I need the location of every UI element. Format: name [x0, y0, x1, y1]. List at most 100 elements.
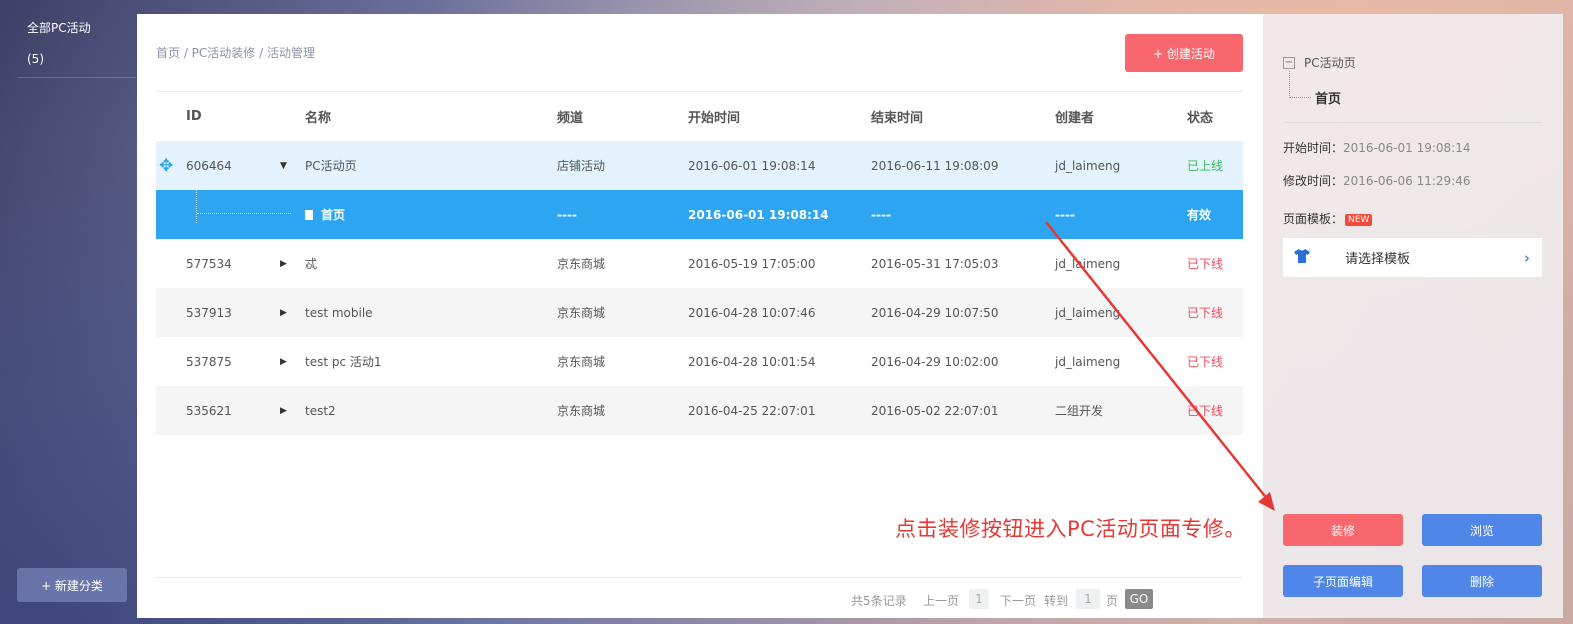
sub-page-edit-button[interactable]: 子页面编辑	[1283, 565, 1403, 597]
table-row[interactable]: ✥ 606464 ▼ PC活动页 店铺活动 2016-06-01 19:08:1…	[156, 141, 1243, 190]
row-name: 首页	[305, 190, 345, 239]
col-end: 结束时间	[871, 111, 924, 126]
row-name: PC活动页	[305, 159, 357, 173]
table-header: ID 名称 频道 开始时间 结束时间 创建者 状态	[156, 91, 1243, 141]
category-count: (5)	[27, 52, 44, 66]
template-select[interactable]: 请选择模板 ›	[1283, 238, 1542, 277]
breadcrumb[interactable]: 首页 / PC活动装修 / 活动管理	[156, 44, 315, 61]
new-category-button[interactable]: + 新建分类	[17, 568, 127, 602]
status-badge: 已下线	[1187, 355, 1224, 369]
detail-panel: − PC活动页 首页 开始时间：2016-06-01 19:08:14 修改时间…	[1263, 14, 1563, 618]
decorate-button[interactable]: 装修	[1283, 514, 1403, 546]
tree-line	[1289, 71, 1311, 98]
pagination: 共5条记录 上一页 1 下一页 转到 1 页 GO	[137, 589, 1263, 611]
pager-current[interactable]: 1	[969, 589, 989, 609]
status-badge: 已下线	[1187, 257, 1224, 271]
template-info: 页面模板： NEW	[1283, 210, 1373, 227]
tree-line	[196, 190, 197, 223]
collapse-arrow-icon[interactable]: ▼	[280, 141, 287, 190]
col-channel: 频道	[557, 111, 584, 126]
pager-goto-label: 转到	[1044, 594, 1069, 608]
row-id: 537875	[186, 354, 232, 369]
pager-total: 共5条记录	[851, 594, 907, 608]
col-name: 名称	[305, 111, 332, 126]
collapse-icon[interactable]: −	[1283, 56, 1295, 69]
col-start: 开始时间	[688, 111, 741, 126]
row-channel: 京东商城	[557, 355, 606, 369]
pager-divider	[156, 577, 1243, 578]
expand-arrow-icon[interactable]: ▶	[280, 337, 287, 386]
row-channel: 京东商城	[557, 257, 606, 271]
pager-next[interactable]: 下一页	[1000, 592, 1036, 609]
row-channel: 店铺活动	[557, 159, 606, 173]
template-select-label: 请选择模板	[1345, 252, 1411, 267]
start-time-label: 开始时间：	[1283, 141, 1344, 155]
row-creator: 二组开发	[1055, 404, 1104, 418]
row-id: 535621	[186, 403, 232, 418]
col-creator: 创建者	[1055, 111, 1095, 126]
row-start: 2016-04-28 10:01:54	[688, 354, 816, 369]
status-badge: 已下线	[1187, 404, 1224, 418]
move-icon[interactable]: ✥	[159, 141, 173, 190]
delete-button[interactable]: 删除	[1422, 565, 1542, 597]
modify-time-value: 2016-06-06 11:29:46	[1343, 174, 1471, 188]
tree-root[interactable]: − PC活动页	[1283, 54, 1356, 71]
chevron-right-icon: ›	[1524, 248, 1530, 267]
row-creator: jd_laimeng	[1055, 354, 1121, 369]
start-time-info: 开始时间：2016-06-01 19:08:14	[1283, 139, 1470, 156]
row-name-text: 首页	[321, 208, 346, 222]
tree-line	[197, 213, 291, 214]
pager-prev[interactable]: 上一页	[923, 592, 959, 609]
row-name: test mobile	[305, 305, 373, 320]
row-creator: jd_laimeng	[1055, 305, 1121, 320]
row-start: 2016-05-19 17:05:00	[688, 256, 816, 271]
pager-goto-input[interactable]: 1	[1076, 589, 1100, 609]
pager-go-button[interactable]: GO	[1125, 589, 1153, 609]
row-end: 2016-05-02 22:07:01	[871, 403, 999, 418]
status-badge: 已下线	[1187, 306, 1224, 320]
row-id: 537913	[186, 305, 232, 320]
expand-arrow-icon[interactable]: ▶	[280, 239, 287, 288]
row-end: 2016-06-11 19:08:09	[871, 158, 999, 173]
row-end: 2016-04-29 10:02:00	[871, 354, 999, 369]
expand-arrow-icon[interactable]: ▶	[280, 288, 287, 337]
start-time-value: 2016-06-01 19:08:14	[1343, 141, 1471, 155]
row-id: 606464	[186, 158, 232, 173]
expand-arrow-icon[interactable]: ▶	[280, 386, 287, 435]
table-row[interactable]: 535621 ▶ test2 京东商城 2016-04-25 22:07:01 …	[156, 386, 1243, 435]
table-row[interactable]: 537913 ▶ test mobile 京东商城 2016-04-28 10:…	[156, 288, 1243, 337]
row-creator: jd_laimeng	[1055, 256, 1121, 271]
row-channel: 京东商城	[557, 306, 606, 320]
row-name: test pc 活动1	[305, 355, 382, 369]
row-start: 2016-06-01 19:08:14	[688, 158, 816, 173]
create-activity-button[interactable]: + 创建活动	[1125, 34, 1243, 72]
tree-root-label: PC活动页	[1304, 56, 1356, 70]
category-all-pc[interactable]: 全部PC活动	[27, 19, 91, 36]
status-badge: 有效	[1187, 208, 1212, 222]
status-badge: 已上线	[1187, 159, 1224, 173]
modify-time-info: 修改时间：2016-06-06 11:29:46	[1283, 172, 1470, 189]
annotation-text: 点击装修按钮进入PC活动页面专修。	[895, 517, 1246, 541]
row-end: ----	[871, 207, 891, 222]
table-row-child-selected[interactable]: 首页 ---- 2016-06-01 19:08:14 ---- ---- 有效	[156, 190, 1243, 239]
row-name: test2	[305, 403, 336, 418]
row-start: 2016-04-28 10:07:46	[688, 305, 816, 320]
tree-child[interactable]: 首页	[1315, 88, 1341, 107]
col-status: 状态	[1187, 111, 1214, 126]
sidebar-divider	[18, 77, 136, 78]
pager-page-unit: 页	[1106, 594, 1119, 608]
browse-button[interactable]: 浏览	[1422, 514, 1542, 546]
row-end: 2016-04-29 10:07:50	[871, 305, 999, 320]
table-row[interactable]: 537875 ▶ test pc 活动1 京东商城 2016-04-28 10:…	[156, 337, 1243, 386]
row-end: 2016-05-31 17:05:03	[871, 256, 999, 271]
row-creator: ----	[1055, 207, 1075, 222]
category-sidebar: 全部PC活动 (5) + 新建分类	[0, 0, 136, 624]
template-label: 页面模板：	[1283, 212, 1344, 226]
modify-time-label: 修改时间：	[1283, 174, 1344, 188]
table-row[interactable]: 577534 ▶ 忒 京东商城 2016-05-19 17:05:00 2016…	[156, 239, 1243, 288]
shirt-icon	[1294, 248, 1312, 267]
row-name: 忒	[305, 257, 318, 271]
col-id: ID	[186, 109, 202, 124]
activity-table: ID 名称 频道 开始时间 结束时间 创建者 状态 ✥ 606464 ▼ PC活…	[156, 91, 1243, 435]
row-channel: 京东商城	[557, 404, 606, 418]
